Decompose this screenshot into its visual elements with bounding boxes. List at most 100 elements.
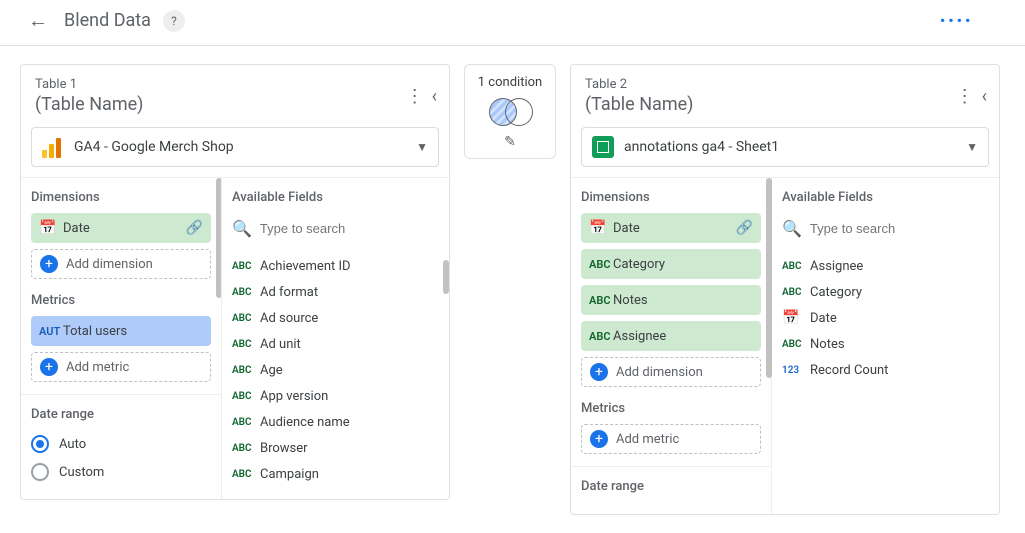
ga-icon (42, 136, 64, 158)
chevron-left-icon[interactable]: ‹ (432, 86, 437, 107)
field-label: Age (260, 363, 283, 378)
date-range-label: Date range (581, 479, 761, 494)
field-label: Campaign (260, 467, 319, 482)
dimension-chip[interactable]: ABCNotes (581, 285, 761, 315)
panel-header: Table 1 (Table Name) ⋮ ‹ (21, 65, 449, 123)
field-type-icon: ABC (782, 287, 810, 298)
field-label: Achievement ID (260, 259, 351, 274)
search-icon: 🔍 (782, 219, 802, 238)
field-type-icon: 📅 (782, 310, 810, 326)
search-input[interactable] (260, 221, 439, 236)
field-item[interactable]: ABCApp version (232, 383, 439, 409)
plus-icon: + (40, 358, 58, 376)
field-label: Category (810, 285, 862, 300)
field-label: Record Count (810, 363, 888, 378)
scrollbar-thumb[interactable] (443, 260, 449, 294)
panel-header: Table 2 (Table Name) ⋮ ‹ (571, 65, 999, 123)
field-type-icon: ABC (232, 391, 260, 402)
caret-down-icon: ▼ (966, 140, 978, 154)
search-icon: 🔍 (232, 219, 252, 238)
date-range-custom-radio[interactable]: Custom (31, 458, 211, 486)
field-item[interactable]: 📅Date (782, 305, 989, 331)
field-item[interactable]: ABCBrowser (232, 435, 439, 461)
config-column: Dimensions 📅 Date 🔗 + Add dimension Metr… (21, 178, 221, 499)
available-fields-label: Available Fields (232, 190, 439, 205)
datasource-select[interactable]: GA4 - Google Merch Shop ▼ (31, 127, 439, 167)
field-item[interactable]: ABCAchievement ID (232, 253, 439, 279)
field-item[interactable]: ABCAudience name (232, 409, 439, 435)
abc-icon: ABC (589, 294, 613, 307)
field-label: Audience name (260, 415, 350, 430)
available-fields-column: Available Fields 🔍 ABCAssigneeABCCategor… (771, 178, 999, 514)
chip-label: Date (613, 221, 736, 236)
field-type-icon: ABC (232, 339, 260, 350)
dimension-chip[interactable]: ABCAssignee (581, 321, 761, 351)
field-label: Ad source (260, 311, 318, 326)
field-type-icon: ABC (232, 313, 260, 324)
search-input[interactable] (810, 221, 989, 236)
field-item[interactable]: ABCAssignee (782, 253, 989, 279)
add-dimension-button[interactable]: + Add dimension (581, 357, 761, 387)
edit-pencil-icon[interactable]: ✎ (504, 134, 516, 150)
field-label: Notes (810, 337, 845, 352)
field-type-icon: 123 (782, 365, 810, 376)
field-label: Assignee (810, 259, 863, 274)
calendar-icon: 📅 (39, 220, 63, 236)
field-item[interactable]: ABCAd format (232, 279, 439, 305)
table-name[interactable]: (Table Name) (35, 94, 406, 115)
dimension-chip[interactable]: ABCCategory (581, 249, 761, 279)
add-metric-button[interactable]: + Add metric (31, 352, 211, 382)
add-metric-label: Add metric (66, 360, 129, 375)
back-arrow-icon[interactable]: ← (28, 8, 48, 33)
field-item[interactable]: 123Record Count (782, 357, 989, 383)
chip-label: Date (63, 221, 186, 236)
dimensions-label: Dimensions (31, 190, 211, 205)
help-icon[interactable]: ? (163, 10, 185, 32)
field-item[interactable]: ABCNotes (782, 331, 989, 357)
more-icon[interactable]: ⋮ (406, 86, 424, 107)
add-metric-label: Add metric (616, 432, 679, 447)
abc-icon: ABC (589, 258, 613, 271)
field-type-icon: ABC (232, 469, 260, 480)
dimension-chip[interactable]: 📅 Date 🔗 (31, 213, 211, 243)
more-icon[interactable]: ⋮ (956, 86, 974, 107)
config-column: Dimensions 📅Date🔗ABCCategoryABCNotesABCA… (571, 178, 771, 514)
field-item[interactable]: ABCAge (232, 357, 439, 383)
add-metric-button[interactable]: + Add metric (581, 424, 761, 454)
add-dimension-label: Add dimension (616, 365, 703, 380)
metric-chip[interactable]: AUT Total users (31, 316, 211, 346)
radio-label: Auto (59, 437, 86, 452)
field-item[interactable]: ABCCampaign (232, 461, 439, 487)
metrics-label: Metrics (31, 293, 211, 308)
chip-label: Notes (613, 293, 753, 308)
date-range-auto-radio[interactable]: Auto (31, 430, 211, 458)
caret-down-icon: ▼ (416, 140, 428, 154)
dimension-chip[interactable]: 📅Date🔗 (581, 213, 761, 243)
metric-type-icon: AUT (39, 325, 63, 338)
datasource-name: GA4 - Google Merch Shop (74, 139, 416, 155)
add-dimension-button[interactable]: + Add dimension (31, 249, 211, 279)
field-label: Ad unit (260, 337, 301, 352)
field-item[interactable]: ABCAd unit (232, 331, 439, 357)
field-item[interactable]: ABCCategory (782, 279, 989, 305)
dimensions-label: Dimensions (581, 190, 761, 205)
metrics-label: Metrics (581, 401, 761, 416)
calendar-icon: 📅 (589, 220, 613, 236)
field-type-icon: ABC (232, 417, 260, 428)
datasource-select[interactable]: annotations ga4 - Sheet1 ▼ (581, 127, 989, 167)
link-icon: 🔗 (186, 220, 203, 236)
table-name[interactable]: (Table Name) (585, 94, 956, 115)
chevron-left-icon[interactable]: ‹ (982, 86, 987, 107)
field-type-icon: ABC (232, 365, 260, 376)
search-row: 🔍 (782, 213, 989, 243)
radio-icon (31, 435, 49, 453)
table-label: Table 2 (585, 77, 956, 92)
scrollbar-thumb[interactable] (766, 178, 772, 378)
field-label: App version (260, 389, 328, 404)
more-apps-icon[interactable]: .... (939, 3, 973, 28)
field-item[interactable]: ABCAd source (232, 305, 439, 331)
divider (571, 466, 771, 467)
join-card[interactable]: 1 condition ✎ (464, 64, 556, 159)
field-type-icon: ABC (232, 287, 260, 298)
date-range-label: Date range (31, 407, 211, 422)
